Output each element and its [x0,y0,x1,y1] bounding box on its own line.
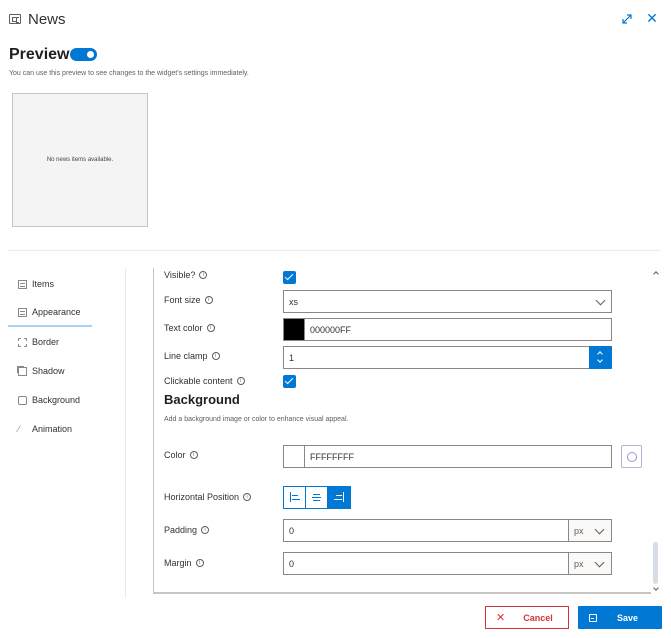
clickable-content-label: Clickable content i [164,376,245,386]
info-icon[interactable]: i [199,271,208,279]
settings-nav: Items Appearance Border Shadow Backgroun… [8,268,126,598]
cancel-label: Cancel [523,612,553,623]
line-clamp-input[interactable]: 1 [283,346,612,369]
padding-input[interactable]: 0 px [283,519,612,542]
info-icon[interactable]: i [201,526,210,534]
close-icon[interactable]: ✕ [645,11,659,25]
number-spinner[interactable] [589,346,612,369]
info-icon[interactable]: i [206,324,215,332]
info-icon[interactable]: i [243,493,252,501]
chevron-down-icon [594,557,605,568]
margin-label: Margin i [164,558,204,568]
font-size-select[interactable]: xs [283,290,612,313]
cancel-button[interactable]: ✕ Cancel [485,606,569,629]
nav-item-label: Shadow [32,366,65,376]
info-icon[interactable]: i [204,296,213,304]
align-left-button[interactable] [284,487,306,508]
chevron-down-icon [594,524,605,535]
shadow-icon [18,366,27,376]
text-color-label: Text color i [164,323,215,333]
nav-item-label: Animation [32,424,73,434]
chevron-down-icon[interactable] [597,357,603,363]
margin-value: 0 [289,558,295,569]
settings-panel: Visible? i Font size i xs Text color i 0… [153,268,651,594]
scroll-up-icon[interactable] [653,271,659,277]
info-icon[interactable]: i [189,451,198,459]
clickable-content-checkbox[interactable] [283,375,296,388]
align-center-icon [313,494,320,495]
background-icon [18,395,27,405]
save-icon [589,613,597,622]
save-label: Save [617,612,639,623]
preview-toggle[interactable] [70,48,97,61]
news-widget-icon [9,14,21,24]
padding-unit-select[interactable]: px [568,519,612,542]
info-icon[interactable]: i [211,352,220,360]
line-clamp-value: 1 [289,352,295,363]
close-icon: ✕ [496,612,506,624]
padding-value: 0 [289,525,295,536]
title-bar: News ✕ [0,0,671,40]
background-section-description: Add a background image or color to enhan… [164,416,349,423]
divider [8,250,660,251]
nav-item-label: Background [32,395,81,405]
palette-icon[interactable] [621,445,642,468]
nav-item-shadow[interactable]: Shadow [8,357,92,385]
horizontal-position-group [283,486,351,509]
nav-item-items[interactable]: Items [8,270,92,298]
margin-input[interactable]: 0 px [283,552,612,575]
window-title: News [28,11,66,28]
nav-item-label: Items [32,279,55,289]
scrollbar-thumb[interactable] [653,542,658,584]
padding-label: Padding i [164,525,210,535]
text-color-value: 000000FF [310,324,352,335]
horizontal-position-label: Horizontal Position i [164,492,252,502]
nav-item-background[interactable]: Background [8,386,92,414]
align-right-button[interactable] [328,487,350,508]
align-center-button[interactable] [306,487,328,508]
preview-area: No news items available. [12,93,148,227]
preview-empty-text: No news items available. [46,157,114,163]
background-color-value: FFFFFFFF [310,451,354,462]
font-size-value: xs [289,296,298,307]
text-color-swatch[interactable] [284,319,305,340]
text-color-input[interactable]: 000000FF [283,318,612,341]
visible-checkbox[interactable] [283,271,296,284]
nav-item-border[interactable]: Border [8,328,92,356]
chevron-down-icon [595,295,606,306]
margin-unit-select[interactable]: px [568,552,612,575]
panel-icon [18,307,27,317]
expand-icon[interactable] [620,12,634,26]
border-icon [18,337,27,347]
info-icon[interactable]: i [195,559,204,567]
save-button[interactable]: Save [578,606,662,629]
scroll-down-icon[interactable] [653,585,659,591]
info-icon[interactable]: i [236,377,245,385]
color-label: Color i [164,450,198,460]
nav-item-animation[interactable]: ⁄ Animation [8,415,92,443]
font-size-label: Font size i [164,295,213,305]
chevron-up-icon[interactable] [597,351,603,357]
align-left-icon [290,492,291,502]
scrollbar[interactable] [652,268,660,594]
preview-heading: Preview [9,46,70,63]
nav-item-appearance[interactable]: Appearance [8,299,92,327]
background-color-swatch[interactable] [284,446,305,467]
align-right-icon [343,492,344,502]
background-section-title: Background [164,392,240,407]
panel-icon [18,279,27,289]
visible-label: Visible? i [164,270,208,280]
nav-item-label: Border [32,337,60,347]
nav-item-label: Appearance [32,307,81,317]
background-color-input[interactable]: FFFFFFFF [283,445,612,468]
preview-description: You can use this preview to see changes … [9,70,249,77]
magic-wand-icon: ⁄ [18,423,20,434]
line-clamp-label: Line clamp i [164,351,220,361]
